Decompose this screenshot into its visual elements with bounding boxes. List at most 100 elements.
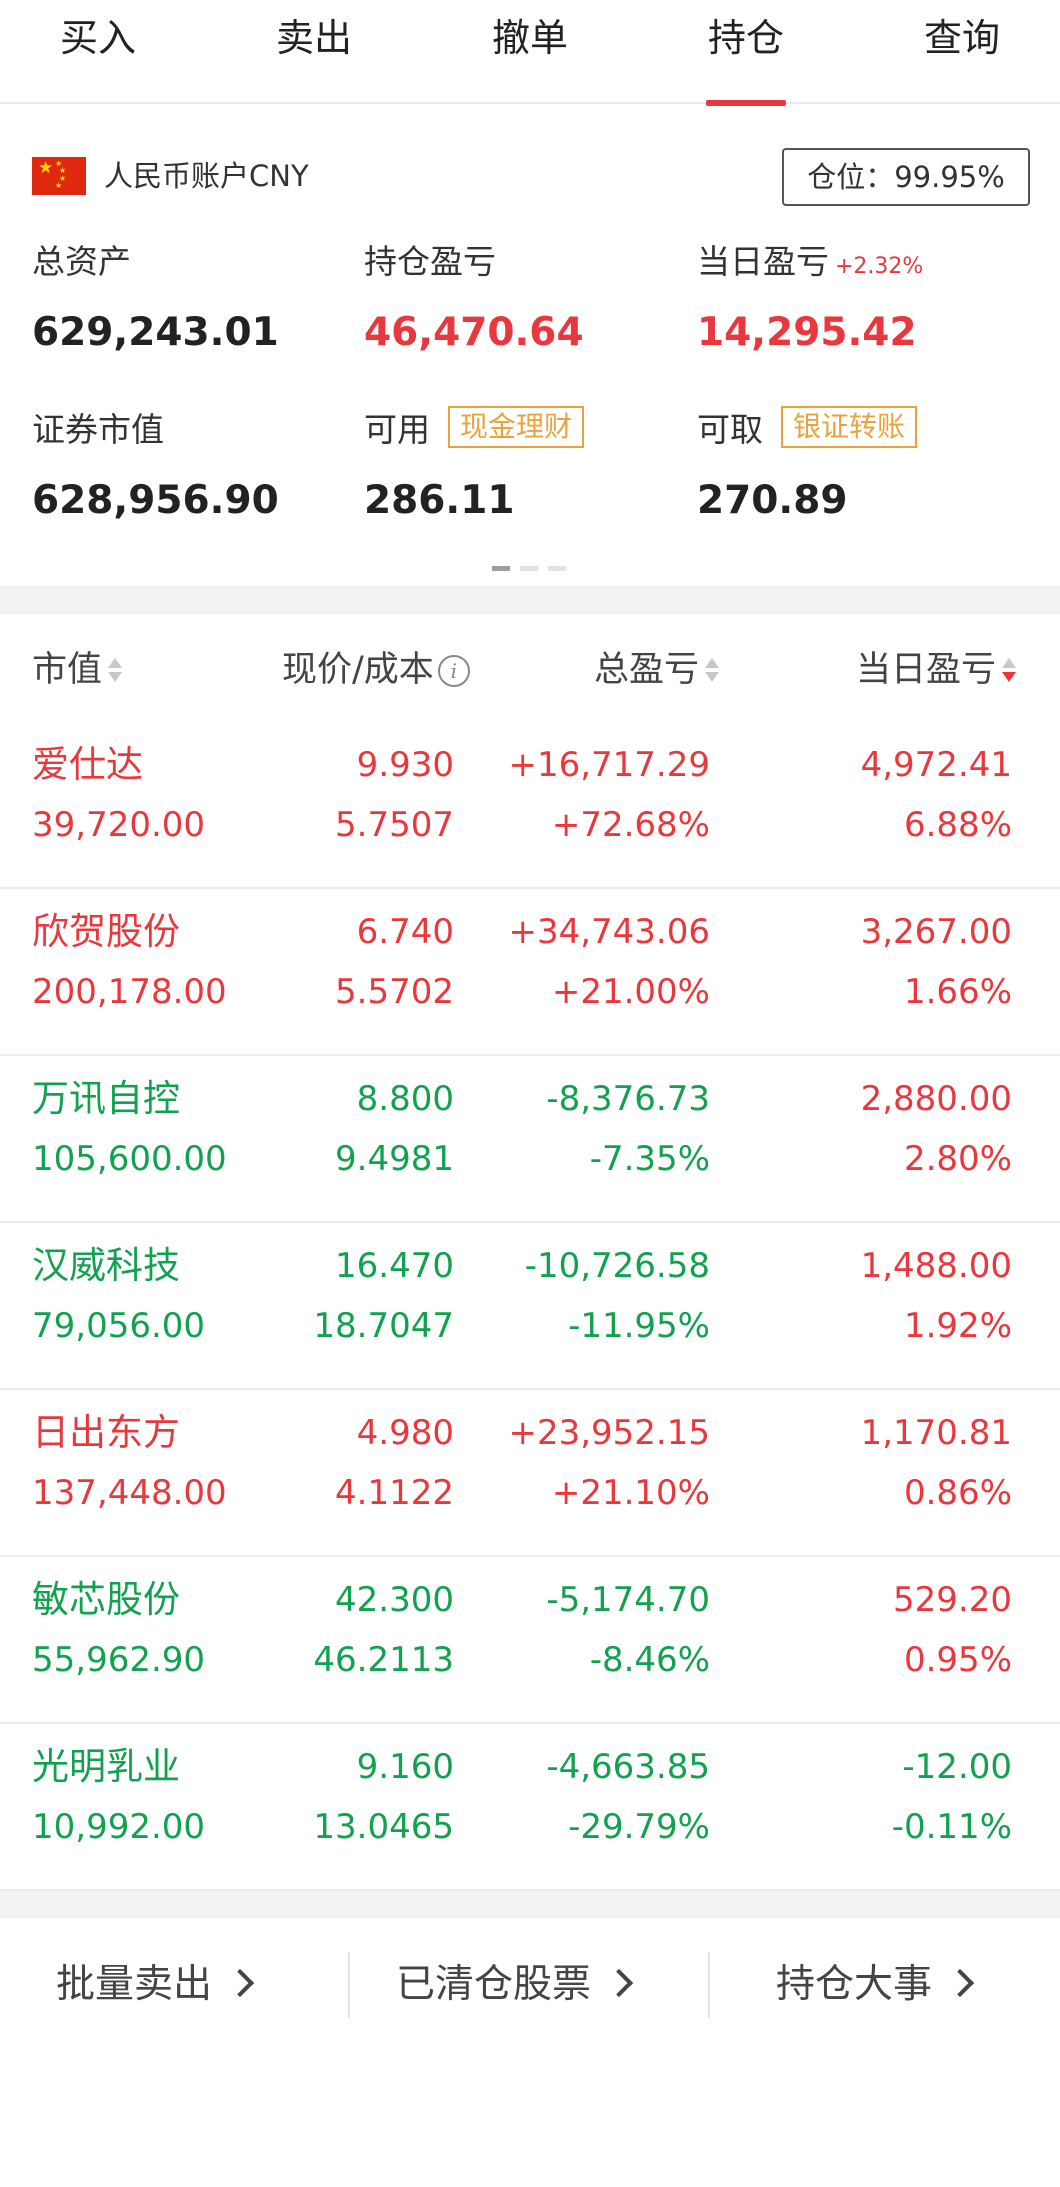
stock-cost: 5.5702: [335, 972, 454, 1012]
cleared-stocks-button[interactable]: 已清仓股票: [396, 1918, 634, 2052]
chevron-right-icon: [225, 1968, 255, 1997]
stock-name: 敏芯股份: [32, 1578, 180, 1621]
stock-market-value: 200,178.00: [32, 972, 227, 1012]
stock-market-value: 55,962.90: [32, 1640, 206, 1680]
stock-daily-pl-percent: 1.92%: [903, 1306, 1012, 1346]
stock-daily-pl-percent: 2.80%: [903, 1139, 1012, 1179]
cash-management-button[interactable]: 现金理财: [448, 406, 585, 448]
stock-cost: 4.1122: [335, 1473, 454, 1513]
stock-total-pl: -5,174.70: [546, 1580, 710, 1620]
table-row[interactable]: 爱仕达 39,720.00 9.930 5.7507 +16,717.29 +7…: [0, 722, 1060, 889]
table-row[interactable]: 万讯自控 105,600.00 8.800 9.4981 -8,376.73 -…: [0, 1056, 1060, 1223]
stock-daily-pl: 4,972.41: [860, 745, 1012, 785]
holding-events-label: 持仓大事: [776, 1962, 933, 2007]
header-total-pl[interactable]: 总盈亏: [594, 646, 720, 694]
total-assets-value: 629,243.01: [32, 310, 279, 355]
daily-pl-percent: +2.32%: [835, 254, 924, 279]
pager-dot-3: [548, 566, 566, 571]
header-price-cost-label: 现价/成本: [282, 650, 434, 690]
active-tab-indicator: [706, 100, 786, 106]
stock-name: 光明乳业: [32, 1745, 180, 1788]
stock-total-pl-percent: +21.00%: [551, 972, 710, 1012]
stock-cost: 18.7047: [313, 1306, 454, 1346]
stock-market-value: 137,448.00: [32, 1473, 227, 1513]
stock-price: 42.300: [335, 1580, 454, 1620]
stock-cost: 5.7507: [335, 805, 454, 845]
stock-market-value: 10,992.00: [32, 1807, 206, 1847]
withdrawable-value: 270.89: [697, 478, 848, 523]
daily-pl-value: 14,295.42: [697, 310, 917, 355]
table-row[interactable]: 欣贺股份 200,178.00 6.740 5.5702 +34,743.06 …: [0, 889, 1060, 1056]
stock-cost: 9.4981: [335, 1139, 454, 1179]
stock-cost: 46.2113: [313, 1640, 454, 1680]
account-currency-label: 人民币账户CNY: [104, 159, 309, 193]
stock-price: 4.980: [356, 1413, 454, 1453]
stock-total-pl-percent: -11.95%: [568, 1306, 710, 1346]
section-divider: [0, 1891, 1060, 1918]
trade-tab-bar: 买入 卖出 撤单 持仓 查询: [0, 0, 1060, 106]
stock-name: 万讯自控: [32, 1077, 180, 1120]
header-price-cost[interactable]: 现价/成本 i: [282, 646, 470, 694]
table-row[interactable]: 汉威科技 79,056.00 16.470 18.7047 -10,726.58…: [0, 1223, 1060, 1390]
sort-icon: [705, 658, 720, 684]
tab-query-label: 查询: [923, 16, 1000, 60]
tab-holdings[interactable]: 持仓: [666, 0, 826, 106]
pager-dot-2: [520, 566, 538, 571]
table-row[interactable]: 敏芯股份 55,962.90 42.300 46.2113 -5,174.70 …: [0, 1557, 1060, 1724]
stock-market-value: 79,056.00: [32, 1306, 206, 1346]
withdrawable-label: 可取: [697, 410, 763, 449]
stock-daily-pl: -12.00: [902, 1747, 1012, 1787]
chevron-right-icon: [945, 1968, 975, 1997]
sort-desc-active-icon: [1002, 658, 1017, 684]
info-icon[interactable]: i: [437, 655, 470, 687]
stock-market-value: 39,720.00: [32, 805, 206, 845]
position-ratio-badge[interactable]: 仓位：99.95%: [782, 148, 1030, 206]
daily-pl-label: 当日盈亏 +2.32%: [697, 240, 923, 289]
bank-transfer-button[interactable]: 银证转账: [781, 406, 918, 448]
tab-sell[interactable]: 卖出: [234, 0, 394, 104]
stock-name: 汉威科技: [32, 1244, 180, 1287]
footer-divider: [348, 1952, 350, 2018]
stock-price: 9.930: [356, 745, 454, 785]
stock-daily-pl: 3,267.00: [860, 912, 1012, 952]
stock-total-pl: -8,376.73: [546, 1079, 710, 1119]
footer-divider: [708, 1952, 710, 2018]
stock-name: 日出东方: [32, 1411, 180, 1454]
available-value: 286.11: [364, 478, 515, 523]
header-daily-pl[interactable]: 当日盈亏: [856, 646, 1017, 694]
holding-pl-value: 46,470.64: [364, 310, 584, 355]
daily-pl-label-text: 当日盈亏: [697, 242, 829, 281]
stock-daily-pl-percent: 6.88%: [903, 805, 1012, 845]
tab-buy[interactable]: 买入: [18, 0, 178, 104]
stock-total-pl: +34,743.06: [508, 912, 710, 952]
total-assets-label: 总资产: [32, 242, 131, 281]
stock-price: 8.800: [356, 1079, 454, 1119]
available-label: 可用: [364, 410, 430, 449]
stock-total-pl-percent: +21.10%: [551, 1473, 710, 1513]
cleared-stocks-label: 已清仓股票: [396, 1962, 592, 2007]
tab-cancel-order[interactable]: 撤单: [450, 0, 610, 104]
stock-total-pl: -10,726.58: [524, 1246, 710, 1286]
section-divider: [0, 586, 1060, 614]
stock-daily-pl: 529.20: [893, 1580, 1012, 1620]
holding-events-button[interactable]: 持仓大事: [776, 1918, 975, 2052]
stock-daily-pl: 1,170.81: [860, 1413, 1012, 1453]
batch-sell-button[interactable]: 批量卖出: [56, 1918, 255, 2052]
table-row[interactable]: 日出东方 137,448.00 4.980 4.1122 +23,952.15 …: [0, 1390, 1060, 1557]
stock-total-pl-percent: -7.35%: [589, 1139, 710, 1179]
tab-holdings-label: 持仓: [707, 16, 784, 60]
stock-daily-pl: 2,880.00: [860, 1079, 1012, 1119]
market-value-value: 628,956.90: [32, 478, 279, 523]
tab-cancel-order-label: 撤单: [491, 16, 568, 60]
header-market-value[interactable]: 市值: [32, 646, 123, 694]
china-flag-icon: ★ ★ ★ ★ ★: [32, 157, 86, 195]
header-market-value-label: 市值: [32, 650, 103, 690]
tab-query[interactable]: 查询: [882, 0, 1042, 104]
stock-total-pl: -4,663.85: [546, 1747, 710, 1787]
stock-daily-pl-percent: 0.95%: [903, 1640, 1012, 1680]
header-total-pl-label: 总盈亏: [594, 650, 700, 690]
summary-pager-dots[interactable]: [492, 566, 572, 572]
table-row[interactable]: 光明乳业 10,992.00 9.160 13.0465 -4,663.85 -…: [0, 1724, 1060, 1891]
stock-total-pl: +16,717.29: [508, 745, 710, 785]
stock-total-pl-percent: -8.46%: [589, 1640, 710, 1680]
